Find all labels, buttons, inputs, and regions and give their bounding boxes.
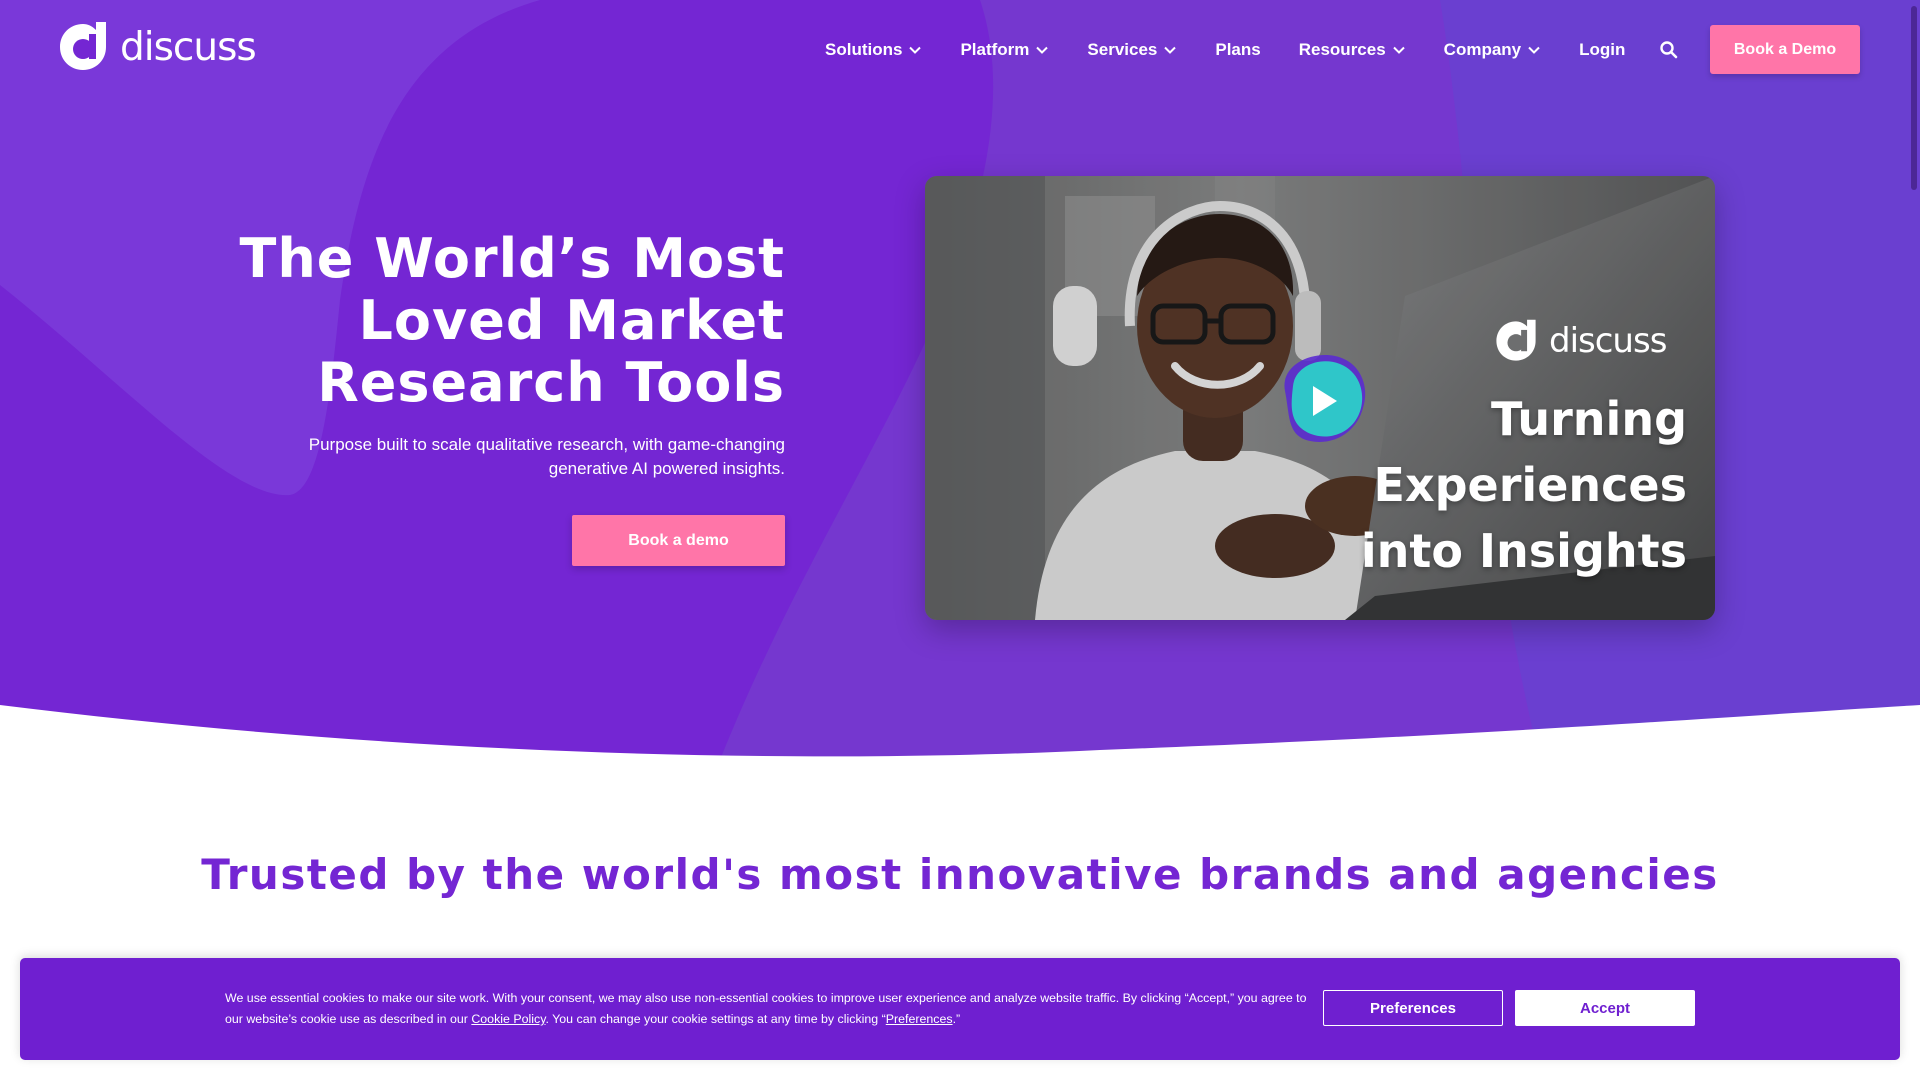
- chevron-down-icon: [1528, 46, 1540, 54]
- nav-solutions-label: Solutions: [825, 40, 903, 59]
- nav-resources-label: Resources: [1298, 40, 1386, 59]
- nav-plans[interactable]: Plans: [1215, 40, 1260, 60]
- nav-company-label: Company: [1443, 40, 1522, 59]
- cookie-text: We use essential cookies to make our sit…: [225, 988, 1323, 1030]
- book-demo-nav-button[interactable]: Book a Demo: [1710, 25, 1860, 74]
- preferences-link[interactable]: Preferences: [886, 1012, 953, 1026]
- video-caption-line-2: Experiences: [1373, 458, 1687, 512]
- scrollbar-thumb[interactable]: [1911, 6, 1917, 190]
- hero-subtitle-line-1: Purpose built to scale qualitative resea…: [308, 435, 785, 454]
- chevron-down-icon: [1392, 46, 1405, 54]
- search-icon[interactable]: [1659, 40, 1679, 60]
- video-brand-logo: discuss: [1493, 318, 1667, 364]
- hero-title-line-3: Research Tools: [317, 351, 785, 414]
- cookie-text-part-2: . You can change your cookie settings at…: [545, 1012, 886, 1026]
- nav-solutions[interactable]: Solutions: [825, 40, 922, 60]
- play-icon[interactable]: [1265, 346, 1375, 456]
- hero-subtitle: Purpose built to scale qualitative resea…: [270, 433, 785, 481]
- cookie-accept-button[interactable]: Accept: [1515, 990, 1695, 1026]
- video-caption-line-3: into Insights: [1360, 524, 1687, 578]
- hero-section: discuss Solutions Platform Services Plan…: [0, 0, 1920, 760]
- discuss-logo-icon: [60, 22, 106, 70]
- page-scrollbar[interactable]: [1908, 0, 1920, 1080]
- chevron-down-icon: [909, 46, 922, 54]
- hero-title-line-1: The World’s Most: [239, 227, 785, 290]
- cookie-preferences-button[interactable]: Preferences: [1323, 990, 1503, 1026]
- discuss-logo-icon: [1496, 319, 1536, 361]
- nav-company[interactable]: Company: [1444, 40, 1541, 60]
- logo-wordmark: discuss: [120, 24, 257, 70]
- video-brand-wordmark: discuss: [1549, 321, 1667, 361]
- book-demo-hero-button[interactable]: Book a demo: [572, 515, 785, 566]
- cookie-banner: We use essential cookies to make our sit…: [20, 958, 1900, 1060]
- hero-title-line-2: Loved Market: [358, 289, 785, 352]
- nav-login-label: Login: [1579, 40, 1626, 59]
- chevron-down-icon: [1036, 46, 1049, 54]
- chevron-down-icon: [1164, 46, 1177, 54]
- nav-platform-label: Platform: [960, 40, 1030, 59]
- nav-plans-label: Plans: [1215, 40, 1261, 59]
- nav-resources[interactable]: Resources: [1299, 40, 1406, 60]
- nav-platform[interactable]: Platform: [960, 40, 1049, 60]
- hero-title: The World’s Most Loved Market Research T…: [230, 228, 785, 414]
- nav-services[interactable]: Services: [1087, 40, 1177, 60]
- hero-subtitle-line-2: generative AI powered insights.: [548, 459, 785, 478]
- cookie-text-part-3: .”: [952, 1012, 961, 1026]
- cookie-policy-link[interactable]: Cookie Policy: [471, 1012, 545, 1026]
- nav-login[interactable]: Login: [1579, 40, 1625, 60]
- discuss-logo[interactable]: discuss: [56, 20, 257, 74]
- trusted-heading: Trusted by the world's most innovative b…: [201, 850, 1719, 899]
- hero-video[interactable]: discuss Turning Experiences into Insight…: [925, 176, 1715, 620]
- nav-services-label: Services: [1087, 40, 1158, 59]
- main-nav: Solutions Platform Services Plans Resour…: [825, 36, 1679, 64]
